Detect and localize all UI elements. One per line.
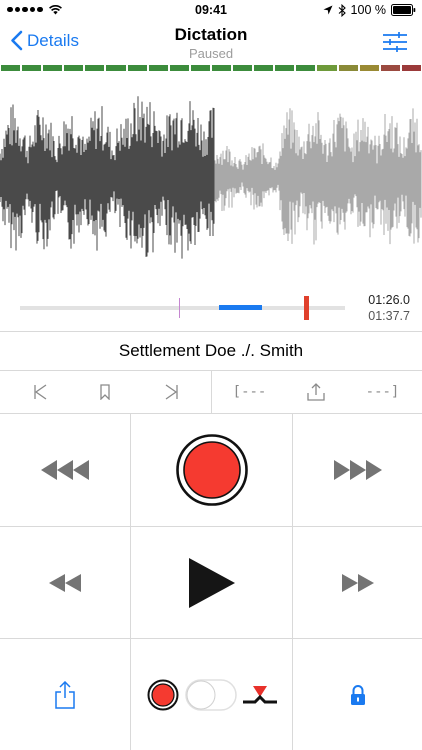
battery-label: 100 % <box>350 3 386 17</box>
battery-icon <box>391 4 416 16</box>
rewind-icon <box>49 573 81 592</box>
level-meter-segment <box>275 65 295 71</box>
playback-state: Paused <box>188 46 234 61</box>
skip-start-icon <box>34 384 47 400</box>
mark-start-button[interactable]: [--- <box>212 372 287 412</box>
time-readout: 01:26.0 01:37.7 <box>368 292 410 324</box>
play-button[interactable] <box>131 527 292 638</box>
upload-icon <box>307 383 325 401</box>
level-meter-segment <box>148 65 168 71</box>
lock-icon <box>350 684 365 705</box>
level-meter-segment <box>127 65 147 71</box>
status-bar: 09:41 100 % <box>0 0 422 20</box>
sliders-icon <box>383 32 407 52</box>
share-icon <box>55 680 75 709</box>
lock-button[interactable] <box>293 639 422 750</box>
bluetooth-icon <box>338 3 346 17</box>
forward-icon <box>341 573 374 592</box>
rewind-button[interactable] <box>0 527 130 638</box>
fast-rewind-button[interactable] <box>0 414 130 526</box>
skip-end-icon <box>165 384 178 400</box>
record-mode-controls <box>131 639 292 750</box>
settings-button[interactable] <box>382 31 408 58</box>
selection-segment <box>219 305 262 310</box>
forward-button[interactable] <box>293 527 422 638</box>
current-time: 01:26.0 <box>368 293 410 307</box>
level-meter-segment <box>317 65 337 71</box>
level-meter <box>0 65 422 71</box>
record-mode-icon[interactable] <box>147 679 179 711</box>
page-title: Dictation <box>174 25 248 44</box>
level-meter-segment <box>359 65 379 71</box>
share-button[interactable] <box>0 639 130 750</box>
level-meter-segment <box>43 65 63 71</box>
level-meter-segment <box>85 65 105 71</box>
record-icon <box>175 434 248 506</box>
insert-overwrite-icon[interactable] <box>242 684 277 706</box>
level-meter-segment <box>254 65 274 71</box>
playhead[interactable] <box>304 296 309 320</box>
level-meter-segment <box>190 65 210 71</box>
record-button[interactable] <box>131 414 292 526</box>
total-time: 01:37.7 <box>368 309 410 323</box>
level-meter-segment <box>296 65 316 71</box>
level-meter-segment <box>338 65 358 71</box>
timeline-track <box>20 306 345 310</box>
jump-end-button[interactable] <box>132 372 212 412</box>
level-meter-segment <box>1 65 21 71</box>
level-meter-segment <box>211 65 232 71</box>
level-meter-segment <box>106 65 126 71</box>
mark-end-button[interactable]: ---] <box>345 372 420 412</box>
level-meter-segment <box>64 65 84 71</box>
waveform[interactable] <box>0 90 422 265</box>
record-mode-toggle[interactable] <box>184 678 237 711</box>
fast-rewind-icon <box>41 460 89 480</box>
timeline-scrubber[interactable] <box>20 295 345 321</box>
fast-forward-icon <box>333 460 382 480</box>
level-meter-segment <box>380 65 400 71</box>
recording-title: Settlement Doe ./. Smith <box>118 341 304 360</box>
navigation-bar: Details Dictation Paused <box>0 20 422 64</box>
play-icon <box>188 557 235 608</box>
bookmark-marker <box>179 298 180 318</box>
upload-button[interactable] <box>280 372 352 412</box>
divider <box>0 331 422 332</box>
level-meter-segment <box>169 65 189 71</box>
fast-forward-button[interactable] <box>293 414 422 526</box>
level-meter-segment <box>401 65 421 71</box>
level-meter-segment <box>233 65 253 71</box>
location-icon <box>323 5 333 15</box>
level-meter-segment <box>22 65 42 71</box>
bookmark-icon <box>100 384 110 400</box>
